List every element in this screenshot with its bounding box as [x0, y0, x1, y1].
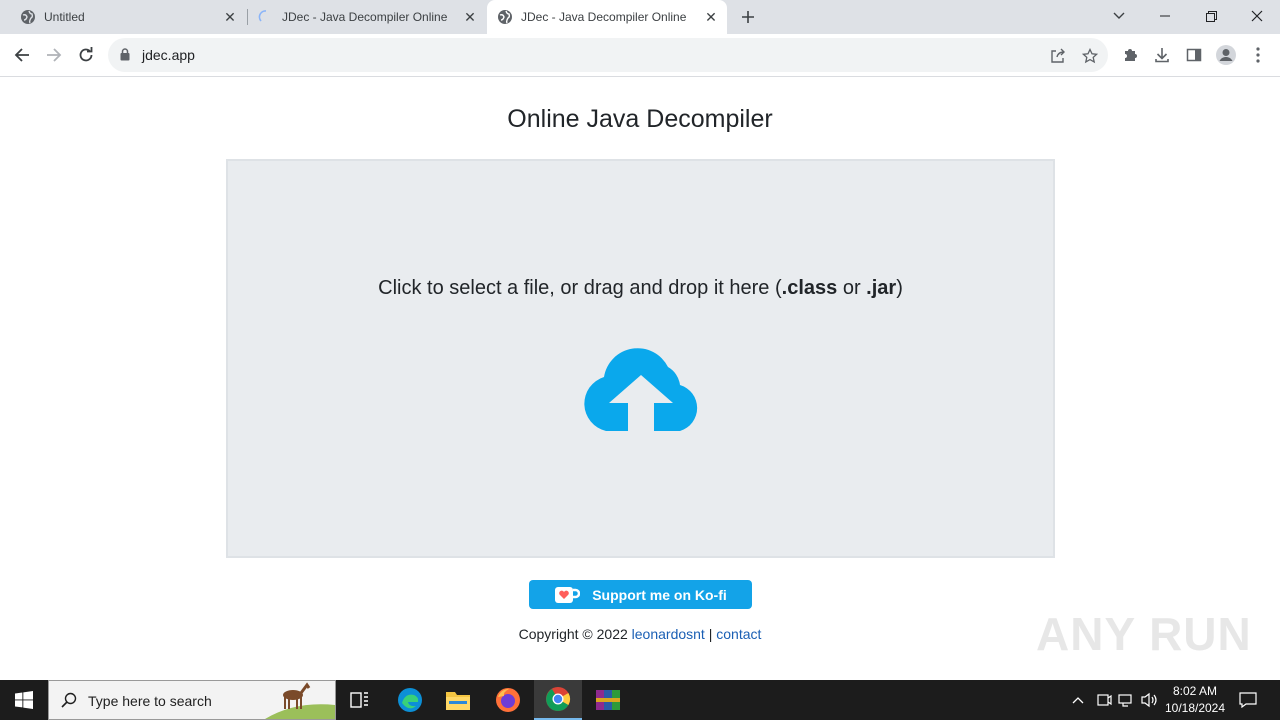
- edge-icon: [398, 688, 422, 712]
- plus-icon: [742, 11, 754, 23]
- clock-date: 10/18/2024: [1164, 701, 1226, 715]
- puzzle-icon: [1125, 49, 1137, 61]
- tab-search-button[interactable]: [1096, 0, 1142, 32]
- address-bar[interactable]: jdec.app: [108, 38, 1108, 72]
- cloud-upload-icon[interactable]: [576, 345, 706, 435]
- notification-icon: [1239, 692, 1257, 708]
- page-content: Online Java Decompiler Click to select a…: [0, 77, 1280, 680]
- close-icon[interactable]: ✕: [703, 9, 719, 25]
- speaker-icon: [1141, 692, 1157, 708]
- side-panel-icon: [1186, 48, 1202, 62]
- chevron-down-icon: [1113, 12, 1125, 19]
- arrow-right-icon: [47, 48, 62, 62]
- footer-separator: |: [704, 626, 717, 642]
- close-window-button[interactable]: [1234, 0, 1280, 32]
- page-title: Online Java Decompiler: [507, 105, 773, 133]
- download-icon: [1155, 48, 1169, 63]
- ext-jar: .jar: [866, 277, 897, 299]
- url-text[interactable]: jdec.app: [142, 47, 195, 63]
- chrome-icon: [546, 687, 571, 712]
- search-icon: [61, 692, 77, 713]
- avatar-icon: [1216, 45, 1236, 65]
- extensions-button[interactable]: [1118, 43, 1142, 67]
- anyrun-watermark: ANY RUN: [1036, 608, 1252, 660]
- forward-button[interactable]: [40, 41, 68, 69]
- volume-tray[interactable]: [1140, 680, 1160, 720]
- arrow-left-icon: [14, 48, 29, 62]
- dropzone-text-pre: Click to select a file, or drag and drop…: [378, 277, 782, 299]
- reload-icon: [79, 47, 93, 62]
- task-view-icon: [350, 692, 368, 708]
- edge-taskbar-icon[interactable]: [386, 680, 434, 720]
- folder-icon: [446, 692, 470, 710]
- author-link[interactable]: leonardosnt: [632, 626, 705, 642]
- file-dropzone[interactable]: Click to select a file, or drag and drop…: [226, 159, 1055, 558]
- tab-title: Untitled: [44, 10, 85, 24]
- dropzone-text-or: or: [837, 277, 867, 299]
- notifications-button[interactable]: [1236, 680, 1260, 720]
- close-icon[interactable]: ✕: [462, 9, 478, 25]
- search-highlight-image: [265, 681, 335, 719]
- star-icon[interactable]: [1080, 46, 1100, 66]
- tab-title: JDec - Java Decompiler Online: [282, 10, 448, 24]
- menu-button[interactable]: [1246, 43, 1270, 67]
- search-placeholder: Type here to search: [88, 693, 212, 709]
- windows-taskbar: Type here to search 8:02 AM 10/18/2024: [0, 680, 1280, 720]
- meet-now-tray[interactable]: [1094, 680, 1114, 720]
- network-icon: [1118, 694, 1132, 707]
- profile-button[interactable]: [1214, 43, 1238, 67]
- restore-icon: [1205, 10, 1217, 22]
- chrome-taskbar-icon[interactable]: [534, 680, 582, 720]
- reload-button[interactable]: [72, 41, 100, 69]
- kofi-label: Support me on Ko-fi: [592, 586, 727, 603]
- tab-title: JDec - Java Decompiler Online: [521, 10, 687, 24]
- restore-button[interactable]: [1188, 0, 1234, 32]
- downloads-button[interactable]: [1150, 43, 1174, 67]
- firefox-taskbar-icon[interactable]: [484, 680, 532, 720]
- chevron-up-icon: [1072, 697, 1084, 704]
- lock-icon[interactable]: [120, 48, 130, 66]
- winrar-icon: [596, 690, 620, 710]
- firefox-icon: [496, 688, 520, 712]
- new-tab-button[interactable]: [736, 5, 760, 29]
- minimize-icon: [1160, 15, 1170, 17]
- minimize-button[interactable]: [1142, 0, 1188, 32]
- tab-jdec-loading[interactable]: JDec - Java Decompiler Online ✕: [248, 0, 486, 34]
- start-button[interactable]: [0, 680, 48, 720]
- ext-class: .class: [781, 277, 838, 299]
- task-view-button[interactable]: [336, 680, 384, 720]
- kofi-support-button[interactable]: Support me on Ko-fi: [529, 580, 752, 609]
- network-status-icon: [1097, 694, 1112, 706]
- taskbar-clock[interactable]: 8:02 AM 10/18/2024: [1160, 683, 1230, 717]
- network-tray[interactable]: [1116, 680, 1136, 720]
- tab-jdec-active[interactable]: JDec - Java Decompiler Online ✕: [487, 0, 727, 34]
- tab-untitled[interactable]: Untitled ✕: [0, 0, 246, 34]
- close-icon: [1251, 10, 1263, 22]
- share-icon[interactable]: [1048, 46, 1068, 66]
- loading-spinner-icon: [258, 9, 274, 25]
- show-hidden-icons-button[interactable]: [1068, 680, 1088, 720]
- close-icon[interactable]: ✕: [222, 9, 238, 25]
- dropzone-instructions: Click to select a file, or drag and drop…: [228, 277, 1053, 300]
- file-explorer-taskbar-icon[interactable]: [434, 680, 482, 720]
- footer-copyright: Copyright © 2022: [518, 626, 632, 642]
- clock-time: 8:02 AM: [1172, 684, 1218, 698]
- taskbar-search[interactable]: Type here to search: [48, 680, 336, 720]
- browser-toolbar: jdec.app: [0, 34, 1280, 77]
- contact-link[interactable]: contact: [716, 626, 761, 642]
- back-button[interactable]: [8, 41, 36, 69]
- kebab-menu-icon: [1256, 47, 1260, 63]
- dropzone-text-post: ): [896, 277, 903, 299]
- side-panel-button[interactable]: [1182, 43, 1206, 67]
- winrar-taskbar-icon[interactable]: [584, 680, 632, 720]
- kofi-cup-icon: [554, 586, 581, 604]
- globe-icon: [497, 9, 513, 25]
- windows-logo-icon: [15, 691, 33, 709]
- tab-strip: Untitled ✕ JDec - Java Decompiler Online…: [0, 0, 1280, 34]
- globe-icon: [20, 9, 36, 25]
